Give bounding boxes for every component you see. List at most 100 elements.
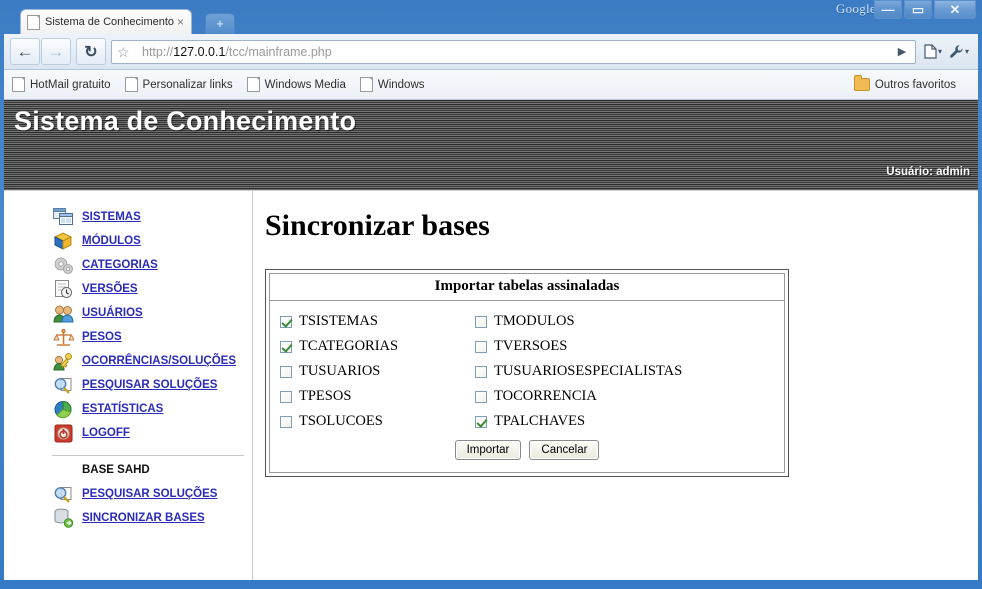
close-window-button[interactable]: ✕ bbox=[934, 0, 976, 19]
windows-icon bbox=[52, 206, 74, 228]
pie-chart-icon bbox=[52, 398, 74, 420]
checkbox-label: TCATEGORIAS bbox=[299, 338, 399, 354]
url-scheme: http:// bbox=[142, 44, 174, 59]
sidebar-item-label: SINCRONIZAR BASES bbox=[82, 512, 205, 524]
sidebar-group-title: BASE SAHD bbox=[82, 464, 150, 476]
bookmark-star-icon[interactable]: ☆ bbox=[117, 44, 130, 61]
checkbox-row[interactable]: TSOLUCOES bbox=[280, 409, 475, 434]
reload-button[interactable]: ↻ bbox=[76, 38, 106, 65]
person-key-icon bbox=[52, 350, 74, 372]
go-button[interactable]: ▶ bbox=[889, 45, 915, 58]
sidebar-item-logoff[interactable]: LOGOFF bbox=[52, 421, 252, 445]
checkbox-label: TPESOS bbox=[299, 388, 352, 404]
checkbox-row[interactable]: TSISTEMAS bbox=[280, 309, 475, 334]
bookmark-label: HotMail gratuito bbox=[30, 78, 111, 91]
forward-arrow-icon: → bbox=[47, 42, 65, 61]
browser-toolbar: ← → ↻ ☆ http://127.0.0.1/tcc/mainframe.p… bbox=[4, 34, 978, 70]
sidebar-item-base-pesquisar-solucoes[interactable]: PESQUISAR SOLUÇÕES bbox=[52, 482, 252, 506]
close-icon: ✕ bbox=[949, 2, 961, 17]
checkbox-tcategorias[interactable] bbox=[280, 340, 292, 353]
bookmark-label: Windows Media bbox=[264, 78, 346, 91]
checkbox-label: TUSUARIOSESPECIALISTAS bbox=[494, 363, 683, 379]
checkbox-tusuariosespecialistas[interactable] bbox=[475, 365, 487, 378]
import-button[interactable]: Importar bbox=[454, 440, 522, 460]
other-bookmarks-label: Outros favoritos bbox=[874, 78, 956, 91]
checkbox-row[interactable]: TMODULOS bbox=[475, 309, 784, 334]
sidebar-group-menu: PESQUISAR SOLUÇÕES SINCRONIZAR BASES bbox=[4, 482, 252, 530]
google-label: Google bbox=[835, 1, 876, 16]
gears-icon bbox=[52, 254, 74, 276]
new-tab-button[interactable]: + bbox=[205, 13, 235, 34]
sidebar-item-sistemas[interactable]: SISTEMAS bbox=[52, 205, 252, 229]
checkbox-row[interactable]: TUSUARIOSESPECIALISTAS bbox=[475, 359, 784, 384]
wrench-menu-button[interactable]: ▾ bbox=[946, 39, 972, 64]
bookmark-item[interactable]: HotMail gratuito bbox=[12, 77, 111, 92]
checkbox-row[interactable]: TCATEGORIAS bbox=[280, 334, 475, 359]
browser-window: Google — ▭ ✕ Sistema de Conhecimento × +… bbox=[0, 0, 982, 589]
sidebar-item-sincronizar-bases[interactable]: SINCRONIZAR BASES bbox=[52, 506, 252, 530]
checkbox-tversoes[interactable] bbox=[475, 340, 487, 353]
browser-tab[interactable]: Sistema de Conhecimento × bbox=[20, 9, 192, 34]
checkbox-tpesos[interactable] bbox=[280, 390, 292, 403]
address-bar[interactable]: ☆ http://127.0.0.1/tcc/mainframe.php ▶ bbox=[111, 39, 916, 64]
bookmark-page-icon bbox=[124, 77, 138, 92]
sidebar-item-pesos[interactable]: PESOS bbox=[52, 325, 252, 349]
checkbox-tsistemas[interactable] bbox=[280, 315, 292, 328]
tab-close-icon[interactable]: × bbox=[174, 15, 187, 29]
checkbox-label: TSISTEMAS bbox=[299, 313, 378, 329]
sidebar-item-label: CATEGORIAS bbox=[82, 259, 158, 271]
sidebar-item-label: PESQUISAR SOLUÇÕES bbox=[82, 488, 218, 500]
forward-button[interactable]: → bbox=[41, 38, 71, 65]
cancel-button[interactable]: Cancelar bbox=[529, 440, 600, 460]
back-arrow-icon: ← bbox=[16, 42, 34, 61]
bookmark-page-icon bbox=[12, 77, 25, 92]
sidebar-item-categorias[interactable]: CATEGORIAS bbox=[52, 253, 252, 277]
sidebar-item-ocorrencias-solucoes[interactable]: OCORRÊNCIAS/SOLUÇÕES bbox=[52, 349, 252, 373]
other-bookmarks-button[interactable]: Outros favoritos bbox=[853, 75, 956, 91]
page-body: SISTEMAS MÓDULOS CATEGORIAS VERSÕES USUÁ… bbox=[4, 191, 978, 580]
sidebar-item-usuarios[interactable]: USUÁRIOS bbox=[52, 301, 252, 325]
checkbox-row[interactable]: TPALCHAVES bbox=[475, 409, 784, 434]
page-menu-button[interactable]: ▾ bbox=[920, 39, 946, 64]
sidebar: SISTEMAS MÓDULOS CATEGORIAS VERSÕES USUÁ… bbox=[4, 191, 253, 580]
checkbox-tsolucoes[interactable] bbox=[280, 415, 292, 428]
url-host: 127.0.0.1 bbox=[173, 44, 226, 59]
magnifier-icon bbox=[52, 483, 74, 505]
bookmark-item[interactable]: Windows Media bbox=[246, 77, 346, 92]
bookmark-label: Windows bbox=[377, 78, 425, 91]
checkbox-row[interactable]: TOCORRENCIA bbox=[475, 384, 784, 409]
wrench-icon bbox=[950, 45, 963, 58]
bookmark-item[interactable]: Personalizar links bbox=[124, 77, 233, 92]
minimize-button[interactable]: — bbox=[874, 0, 902, 19]
sidebar-item-label: MÓDULOS bbox=[82, 235, 141, 247]
checkbox-label: TPALCHAVES bbox=[494, 413, 586, 429]
page-icon bbox=[27, 14, 40, 30]
power-icon bbox=[52, 422, 74, 444]
bookmark-page-icon bbox=[359, 77, 373, 92]
checkbox-tusuarios[interactable] bbox=[280, 365, 292, 378]
page-menu-caret-icon: ▾ bbox=[937, 47, 942, 56]
sidebar-item-label: LOGOFF bbox=[82, 427, 130, 439]
reload-icon: ↻ bbox=[84, 43, 98, 61]
sidebar-item-estatisticas[interactable]: ESTATÍSTICAS bbox=[52, 397, 252, 421]
site-header: Sistema de Conhecimento Usuário: admin bbox=[4, 100, 978, 191]
page-viewport: Sistema de Conhecimento Usuário: admin S… bbox=[4, 100, 978, 580]
folder-icon bbox=[853, 75, 870, 91]
page-menu-icon bbox=[924, 44, 937, 59]
maximize-button[interactable]: ▭ bbox=[904, 0, 932, 19]
bookmark-item[interactable]: Windows bbox=[359, 77, 425, 92]
sidebar-item-pesquisar-solucoes[interactable]: PESQUISAR SOLUÇÕES bbox=[52, 373, 252, 397]
bookmark-page-icon bbox=[246, 77, 260, 92]
maximize-icon: ▭ bbox=[911, 2, 925, 17]
checkbox-row[interactable]: TUSUARIOS bbox=[280, 359, 475, 384]
checkbox-label: TUSUARIOS bbox=[299, 363, 381, 379]
checkbox-row[interactable]: TVERSOES bbox=[475, 334, 784, 359]
sidebar-item-versoes[interactable]: VERSÕES bbox=[52, 277, 252, 301]
sidebar-item-modulos[interactable]: MÓDULOS bbox=[52, 229, 252, 253]
sidebar-item-label: PESOS bbox=[82, 331, 122, 343]
checkbox-tmodulos[interactable] bbox=[475, 315, 487, 328]
checkbox-tpalchaves[interactable] bbox=[475, 415, 487, 428]
checkbox-tocorrencia[interactable] bbox=[475, 390, 487, 403]
back-button[interactable]: ← bbox=[10, 38, 40, 65]
checkbox-row[interactable]: TPESOS bbox=[280, 384, 475, 409]
